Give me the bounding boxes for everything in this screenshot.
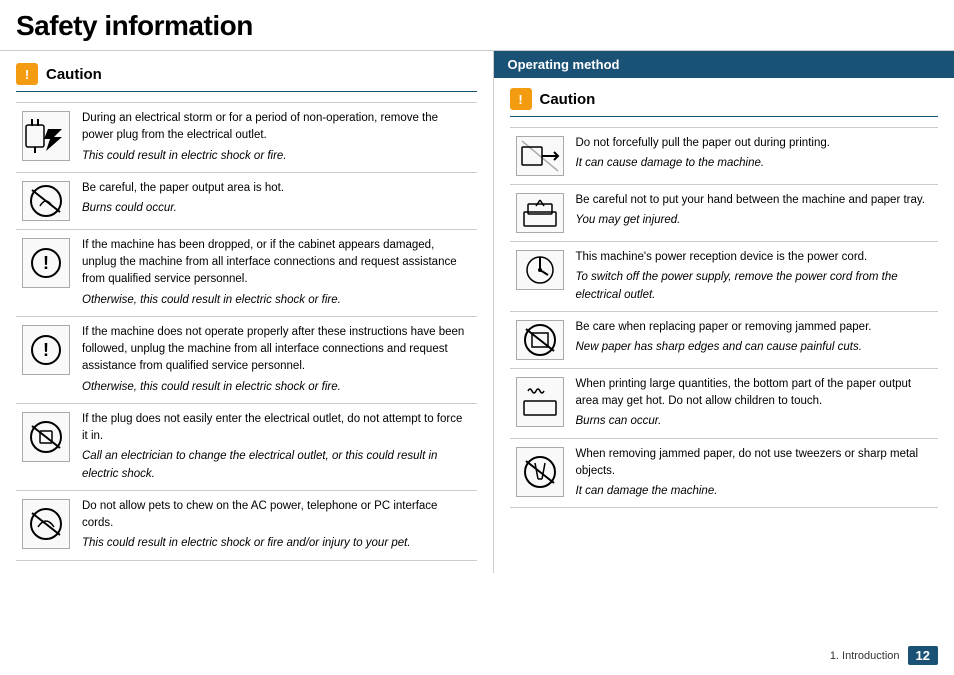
right-row-text-2a: Be careful not to put your hand between … bbox=[576, 192, 933, 209]
right-row-text-5b: Burns can occur. bbox=[576, 413, 933, 430]
caution-icon-left: ! bbox=[16, 63, 38, 85]
caution-operate-icon: ! bbox=[22, 325, 70, 375]
right-divider bbox=[510, 116, 939, 117]
row-text-4a: If the machine does not operate properly… bbox=[82, 324, 471, 376]
table-row: This machine's power reception device is… bbox=[510, 242, 939, 312]
svg-text:!: ! bbox=[43, 340, 49, 360]
icon-cell: ! bbox=[16, 229, 76, 316]
right-row-text-6b: It can damage the machine. bbox=[576, 483, 933, 500]
right-section-bar-title: Operating method bbox=[508, 57, 620, 72]
table-row: Be careful not to put your hand between … bbox=[510, 185, 939, 242]
right-info-table: Do not forcefully pull the paper out dur… bbox=[510, 127, 939, 508]
icon-cell: ! bbox=[16, 316, 76, 403]
left-caution-header: ! Caution bbox=[16, 63, 477, 85]
text-cell: When removing jammed paper, do not use t… bbox=[570, 438, 939, 508]
right-row-text-1b: It can cause damage to the machine. bbox=[576, 155, 933, 172]
text-cell: During an electrical storm or for a peri… bbox=[76, 103, 477, 173]
text-cell: If the plug does not easily enter the el… bbox=[76, 403, 477, 490]
right-column: Operating method ! Caution bbox=[494, 51, 954, 573]
caution-drop-icon: ! bbox=[22, 238, 70, 288]
no-sharp-paper-icon bbox=[516, 320, 564, 360]
page-number: 12 bbox=[908, 646, 938, 665]
table-row: During an electrical storm or for a peri… bbox=[16, 103, 477, 173]
text-cell: Be careful not to put your hand between … bbox=[570, 185, 939, 242]
row-text-6b: This could result in electric shock or f… bbox=[82, 535, 471, 552]
no-touch-hot-icon bbox=[22, 181, 70, 221]
icon-cell bbox=[510, 311, 570, 368]
table-row: When printing large quantities, the bott… bbox=[510, 368, 939, 438]
row-text-6a: Do not allow pets to chew on the AC powe… bbox=[82, 498, 471, 533]
text-cell: If the machine has been dropped, or if t… bbox=[76, 229, 477, 316]
operating-method-bar: Operating method bbox=[494, 51, 954, 78]
table-row: If the plug does not easily enter the el… bbox=[16, 403, 477, 490]
hot-output-icon bbox=[516, 377, 564, 427]
right-row-text-2b: You may get injured. bbox=[576, 212, 933, 229]
right-row-text-6a: When removing jammed paper, do not use t… bbox=[576, 446, 933, 481]
row-text-1b: This could result in electric shock or f… bbox=[82, 148, 471, 165]
row-text-2b: Burns could occur. bbox=[82, 200, 471, 217]
row-text-3a: If the machine has been dropped, or if t… bbox=[82, 237, 471, 289]
right-row-text-4b: New paper has sharp edges and can cause … bbox=[576, 339, 933, 356]
text-cell: When printing large quantities, the bott… bbox=[570, 368, 939, 438]
text-cell: Do not forcefully pull the paper out dur… bbox=[570, 128, 939, 185]
icon-cell bbox=[510, 242, 570, 312]
icon-cell bbox=[16, 172, 76, 229]
icon-cell bbox=[510, 438, 570, 508]
text-cell: If the machine does not operate properly… bbox=[76, 316, 477, 403]
plug-storm-icon bbox=[22, 111, 70, 161]
icon-cell bbox=[16, 490, 76, 560]
table-row: Do not forcefully pull the paper out dur… bbox=[510, 128, 939, 185]
row-text-2a: Be careful, the paper output area is hot… bbox=[82, 180, 471, 197]
right-section-title: Caution bbox=[540, 91, 596, 108]
left-section-title: Caution bbox=[46, 66, 102, 83]
row-text-3b: Otherwise, this could result in electric… bbox=[82, 292, 471, 309]
text-cell: This machine's power reception device is… bbox=[570, 242, 939, 312]
no-pull-paper-icon bbox=[516, 136, 564, 176]
no-tweezers-icon bbox=[516, 447, 564, 497]
icon-cell bbox=[16, 103, 76, 173]
row-text-4b: Otherwise, this could result in electric… bbox=[82, 379, 471, 396]
icon-cell bbox=[510, 185, 570, 242]
table-row: ! If the machine does not operate proper… bbox=[16, 316, 477, 403]
page-header: Safety information bbox=[0, 0, 954, 51]
row-text-5a: If the plug does not easily enter the el… bbox=[82, 411, 471, 446]
right-row-text-5a: When printing large quantities, the bott… bbox=[576, 376, 933, 411]
icon-cell bbox=[510, 368, 570, 438]
left-column: ! Caution bbox=[0, 51, 494, 573]
no-hand-tray-icon bbox=[516, 193, 564, 233]
icon-cell bbox=[16, 403, 76, 490]
main-content: ! Caution bbox=[0, 51, 954, 573]
right-row-text-3b: To switch off the power supply, remove t… bbox=[576, 269, 933, 304]
footer-label: 1. Introduction bbox=[830, 650, 900, 662]
right-row-text-4a: Be care when replacing paper or removing… bbox=[576, 319, 933, 336]
table-row: When removing jammed paper, do not use t… bbox=[510, 438, 939, 508]
right-col-inner: ! Caution bbox=[494, 88, 954, 508]
right-caution-header: ! Caution bbox=[510, 88, 939, 110]
table-row: ! If the machine has been dropped, or if… bbox=[16, 229, 477, 316]
right-row-text-1a: Do not forcefully pull the paper out dur… bbox=[576, 135, 933, 152]
text-cell: Do not allow pets to chew on the AC powe… bbox=[76, 490, 477, 560]
text-cell: Be care when replacing paper or removing… bbox=[570, 311, 939, 368]
page-title: Safety information bbox=[16, 10, 938, 42]
row-text-1a: During an electrical storm or for a peri… bbox=[82, 110, 471, 145]
left-divider bbox=[16, 91, 477, 92]
svg-text:!: ! bbox=[43, 253, 49, 273]
no-pets-chew-icon bbox=[22, 499, 70, 549]
table-row: Be careful, the paper output area is hot… bbox=[16, 172, 477, 229]
no-force-plug-icon bbox=[22, 412, 70, 462]
right-row-text-3a: This machine's power reception device is… bbox=[576, 249, 933, 266]
table-row: Do not allow pets to chew on the AC powe… bbox=[16, 490, 477, 560]
page-footer: 1. Introduction 12 bbox=[830, 646, 938, 665]
caution-icon-right: ! bbox=[510, 88, 532, 110]
icon-cell bbox=[510, 128, 570, 185]
row-text-5b: Call an electrician to change the electr… bbox=[82, 448, 471, 483]
text-cell: Be careful, the paper output area is hot… bbox=[76, 172, 477, 229]
table-row: Be care when replacing paper or removing… bbox=[510, 311, 939, 368]
power-cord-icon bbox=[516, 250, 564, 290]
left-info-table: During an electrical storm or for a peri… bbox=[16, 102, 477, 561]
